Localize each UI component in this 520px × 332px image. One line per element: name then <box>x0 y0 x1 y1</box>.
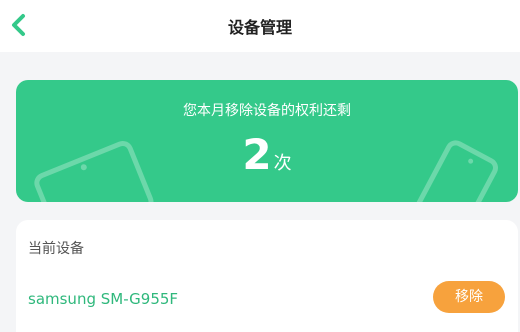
current-device-card: 当前设备 samsung SM-G955F 移除 <box>16 220 518 332</box>
top-bar: 设备管理 <box>0 0 520 52</box>
removal-quota-banner: 您本月移除设备的权利还剩 2次 <box>16 80 518 202</box>
remaining-count-number: 2 <box>242 130 272 179</box>
current-device-label: 当前设备 <box>28 241 84 257</box>
page-title: 设备管理 <box>227 18 292 37</box>
banner-text: 您本月移除设备的权利还剩 <box>183 103 351 119</box>
remaining-count-unit: 次 <box>273 153 292 174</box>
device-name: samsung SM-G955F <box>28 290 179 308</box>
remove-device-button[interactable]: 移除 <box>433 281 505 313</box>
remaining-count: 2次 <box>16 130 518 179</box>
